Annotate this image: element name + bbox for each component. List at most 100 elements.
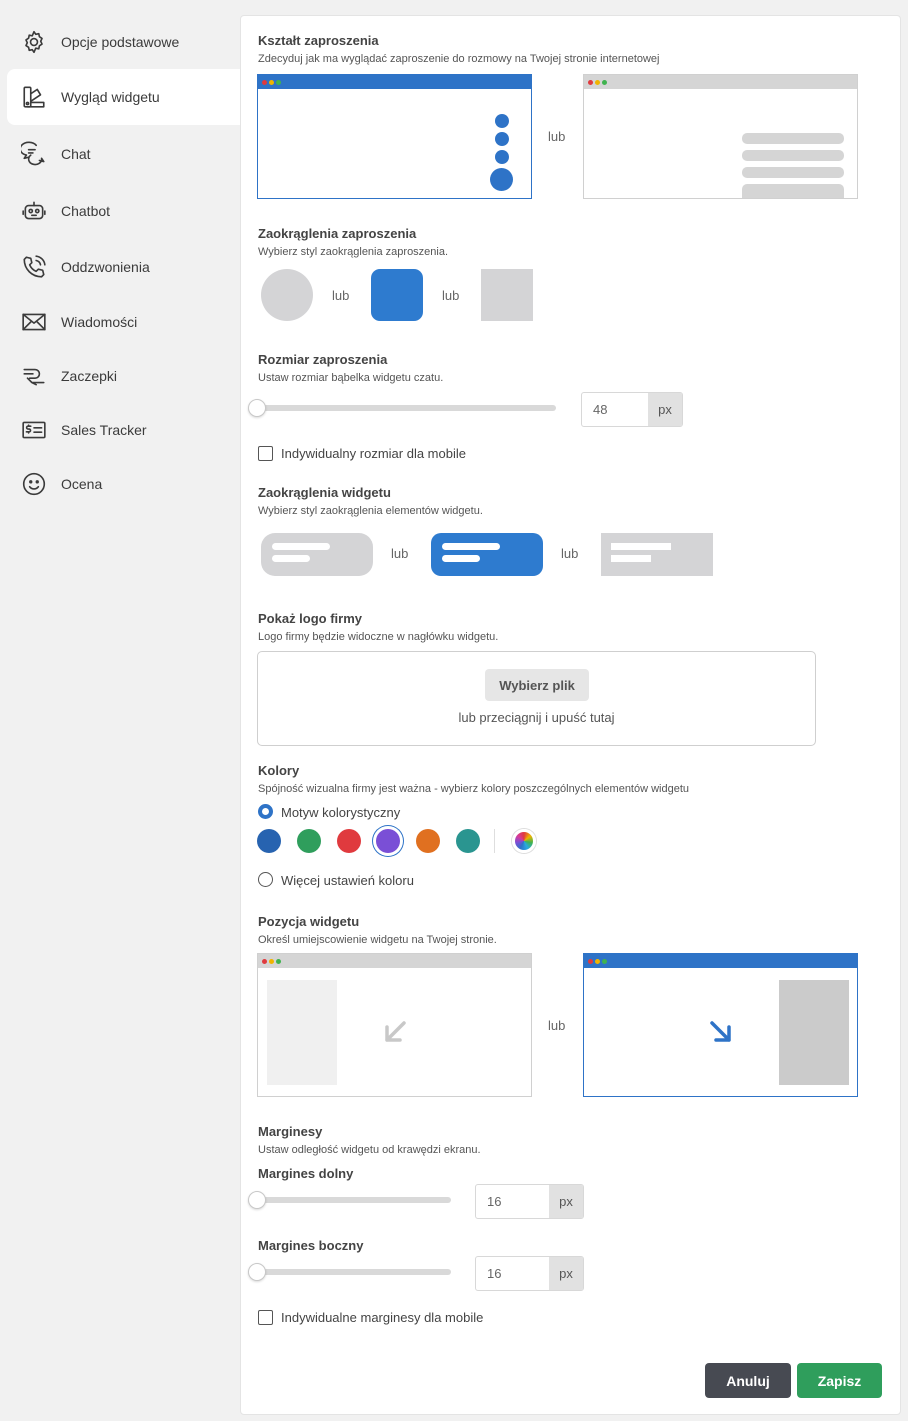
side-margin-slider-track[interactable] xyxy=(258,1269,451,1275)
color-swatch[interactable] xyxy=(336,829,361,853)
logo-dropzone[interactable]: Wybierz plik lub przeciągnij i upuść tut… xyxy=(257,651,816,746)
unit-label: px xyxy=(648,393,682,426)
invite-rounding-subtitle: Wybierz styl zaokrąglenia zaproszenia. xyxy=(258,246,449,258)
settings-panel: Kształt zaproszenia Zdecyduj jak ma wygl… xyxy=(240,15,901,1415)
arrow-down-right-icon xyxy=(710,1021,731,1042)
robot-icon xyxy=(21,198,47,224)
side-margin-slider-thumb[interactable] xyxy=(248,1263,266,1281)
save-button[interactable]: Zapisz xyxy=(797,1363,882,1398)
bottom-margin-input[interactable]: 16 px xyxy=(475,1184,584,1219)
invite-size-mobile-label: Indywidualny rozmiar dla mobile xyxy=(281,446,466,461)
widget-rounding-medium-option[interactable] xyxy=(431,533,543,576)
position-right-option[interactable] xyxy=(583,953,858,1097)
phone-callback-icon xyxy=(21,254,47,280)
invite-shape-title: Kształt zaproszenia xyxy=(258,33,379,48)
position-subtitle: Określ umiejscowienie widgetu na Twojej … xyxy=(258,934,497,946)
sidebar-item-label: Ocena xyxy=(61,476,103,492)
custom-color-picker-icon[interactable] xyxy=(512,829,536,853)
bottom-margin-slider-thumb[interactable] xyxy=(248,1191,266,1209)
choose-file-button[interactable]: Wybierz plik xyxy=(485,669,589,701)
logo-subtitle: Logo firmy będzie widoczne w nagłówku wi… xyxy=(258,631,499,643)
theme-radio[interactable] xyxy=(258,804,273,819)
invite-rounding-title: Zaokrąglenia zaproszenia xyxy=(258,226,417,241)
color-swatch[interactable] xyxy=(376,829,401,853)
margins-mobile-checkbox[interactable] xyxy=(258,1310,273,1325)
envelope-icon xyxy=(21,309,47,335)
color-swatch[interactable] xyxy=(416,829,441,853)
sidebar-item-chatbot[interactable]: Chatbot xyxy=(7,184,241,238)
or-label: lub xyxy=(548,129,566,144)
invite-size-slider-track[interactable] xyxy=(258,405,556,411)
theme-radio-label: Motyw kolorystyczny xyxy=(281,805,401,820)
unit-label: px xyxy=(549,1257,583,1290)
more-colors-radio[interactable] xyxy=(258,872,273,887)
invite-shape-subtitle: Zdecyduj jak ma wyglądać zaproszenie do … xyxy=(258,53,660,65)
sidebar-item-label: Chatbot xyxy=(61,203,111,219)
sidebar-item-label: Wygląd widgetu xyxy=(61,89,160,105)
sidebar-item-label: Chat xyxy=(61,146,91,162)
sidebar-item-label: Sales Tracker xyxy=(61,422,147,438)
rounding-square-option[interactable] xyxy=(481,269,533,321)
sidebar-item-sales-tracker[interactable]: Sales Tracker xyxy=(7,403,241,457)
bottom-margin-label: Margines dolny xyxy=(258,1166,354,1181)
sidebar-item-label: Opcje podstawowe xyxy=(61,34,180,50)
cancel-button[interactable]: Anuluj xyxy=(705,1363,791,1398)
arrow-down-left-icon xyxy=(385,1021,406,1042)
chat-bubbles-icon xyxy=(21,141,47,167)
margins-title: Marginesy xyxy=(258,1124,323,1139)
invite-size-mobile-checkbox[interactable] xyxy=(258,446,273,461)
sidebar-item-messages[interactable]: Wiadomości xyxy=(7,295,241,349)
color-swatch[interactable] xyxy=(296,829,321,853)
color-swatch[interactable] xyxy=(257,829,281,853)
bottom-margin-value[interactable]: 16 xyxy=(476,1185,549,1218)
invite-size-title: Rozmiar zaproszenia xyxy=(258,352,388,367)
sidebar-item-callbacks[interactable]: Oddzwonienia xyxy=(7,240,241,294)
margins-subtitle: Ustaw odległość widgetu od krawędzi ekra… xyxy=(258,1144,481,1156)
palette-icon xyxy=(21,84,47,110)
or-label: lub xyxy=(391,546,409,561)
invite-shape-bubbles-option[interactable] xyxy=(257,74,532,199)
side-margin-label: Margines boczny xyxy=(258,1238,364,1253)
more-colors-label: Więcej ustawień koloru xyxy=(281,873,414,888)
sidebar-item-hooks[interactable]: Zaczepki xyxy=(7,349,241,403)
invite-size-slider-thumb[interactable] xyxy=(248,399,266,417)
drop-text: lub przeciągnij i upuść tutaj xyxy=(458,710,615,725)
unit-label: px xyxy=(549,1185,583,1218)
swatch-divider xyxy=(494,829,495,853)
color-swatch[interactable] xyxy=(456,829,480,853)
rounding-circle-option[interactable] xyxy=(261,269,313,321)
dollar-ticket-icon xyxy=(21,417,47,443)
widget-rounding-subtitle: Wybierz styl zaokrąglenia elementów widg… xyxy=(258,505,483,517)
invite-size-value[interactable]: 48 xyxy=(582,393,648,426)
position-title: Pozycja widgetu xyxy=(258,914,360,929)
smiley-icon xyxy=(21,471,47,497)
sidebar-item-label: Wiadomości xyxy=(61,314,138,330)
sidebar-item-label: Zaczepki xyxy=(61,368,118,384)
position-left-option[interactable] xyxy=(257,953,532,1097)
side-margin-input[interactable]: 16 px xyxy=(475,1256,584,1291)
or-label: lub xyxy=(332,288,350,303)
margins-mobile-label: Indywidualne marginesy dla mobile xyxy=(281,1310,484,1325)
or-label: lub xyxy=(561,546,579,561)
colors-title: Kolory xyxy=(258,763,300,778)
logo-title: Pokaż logo firmy xyxy=(258,611,363,626)
colors-subtitle: Spójność wizualna firmy jest ważna - wyb… xyxy=(258,783,690,795)
sidebar-item-label: Oddzwonienia xyxy=(61,259,150,275)
widget-rounding-full-option[interactable] xyxy=(261,533,373,576)
sidebar-item-widget-look[interactable]: Wygląd widgetu xyxy=(7,69,241,125)
sidebar-item-basic-options[interactable]: Opcje podstawowe xyxy=(7,15,241,69)
side-margin-value[interactable]: 16 xyxy=(476,1257,549,1290)
sidebar: Opcje podstawowe Wygląd widgetu Chat Cha… xyxy=(0,0,241,1421)
widget-rounding-title: Zaokrąglenia widgetu xyxy=(258,485,391,500)
invite-size-input[interactable]: 48 px xyxy=(581,392,683,427)
widget-rounding-square-option[interactable] xyxy=(601,533,713,576)
invite-shape-bars-option[interactable] xyxy=(583,74,858,199)
bottom-margin-slider-track[interactable] xyxy=(258,1197,451,1203)
or-label: lub xyxy=(442,288,460,303)
sidebar-item-chat[interactable]: Chat xyxy=(7,127,241,181)
rounding-rounded-option[interactable] xyxy=(371,269,423,321)
or-label: lub xyxy=(548,1018,566,1033)
hook-icon xyxy=(21,363,47,389)
invite-size-subtitle: Ustaw rozmiar bąbelka widgetu czatu. xyxy=(258,372,444,384)
sidebar-item-rating[interactable]: Ocena xyxy=(7,457,241,511)
